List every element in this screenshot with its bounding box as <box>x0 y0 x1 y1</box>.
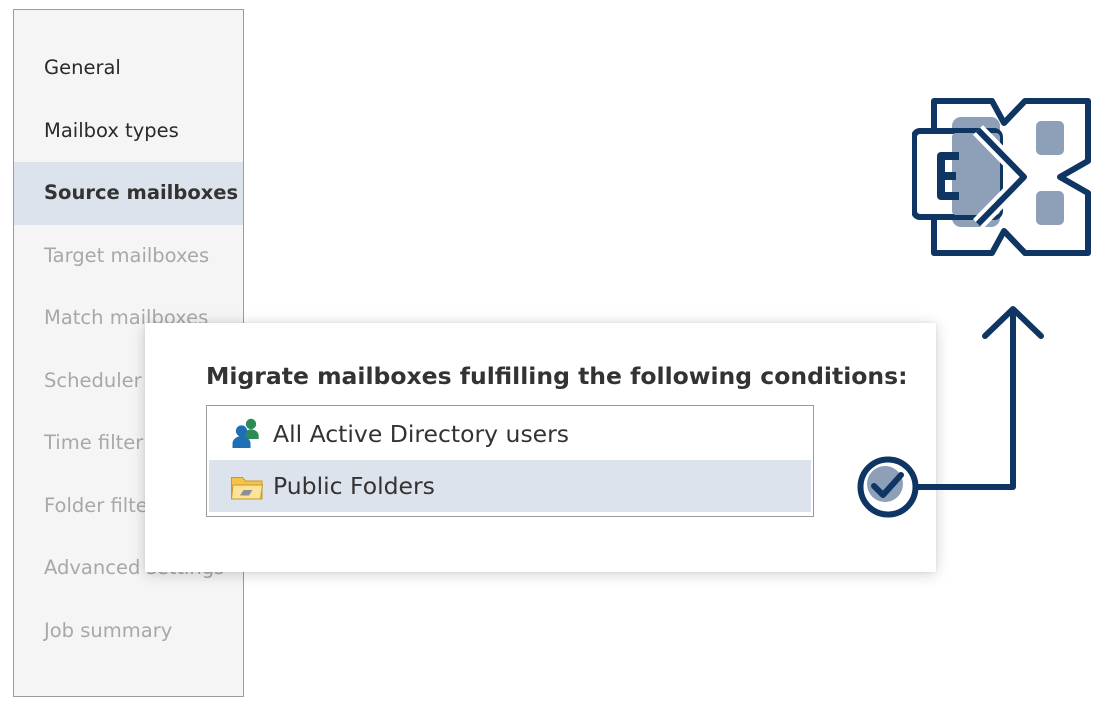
arrow-up-icon <box>918 306 1044 490</box>
conditions-list: All Active Directory users Public Folder… <box>206 405 814 517</box>
sidebar-item-source-mailboxes[interactable]: Source mailboxes <box>14 162 243 225</box>
sidebar-item-job-summary[interactable]: Job summary <box>14 600 243 663</box>
option-label: All Active Directory users <box>273 420 570 448</box>
wizard-screen: General Mailbox types Source mailboxes T… <box>0 0 1110 710</box>
folder-icon <box>229 469 265 503</box>
option-label: Public Folders <box>273 472 435 500</box>
users-icon <box>229 417 265 451</box>
sidebar-item-mailbox-types[interactable]: Mailbox types <box>14 100 243 163</box>
sidebar-item-general[interactable]: General <box>14 37 243 100</box>
panel-title: Migrate mailboxes fulfilling the followi… <box>206 362 908 390</box>
conditions-panel: Migrate mailboxes fulfilling the followi… <box>145 323 936 572</box>
checkmark-circle-icon <box>857 456 919 518</box>
exchange-logo <box>912 98 1091 256</box>
option-all-ad-users[interactable]: All Active Directory users <box>209 408 811 460</box>
option-public-folders[interactable]: Public Folders <box>209 460 811 512</box>
sidebar-item-target-mailboxes[interactable]: Target mailboxes <box>14 225 243 288</box>
flow-connector <box>857 306 1044 518</box>
